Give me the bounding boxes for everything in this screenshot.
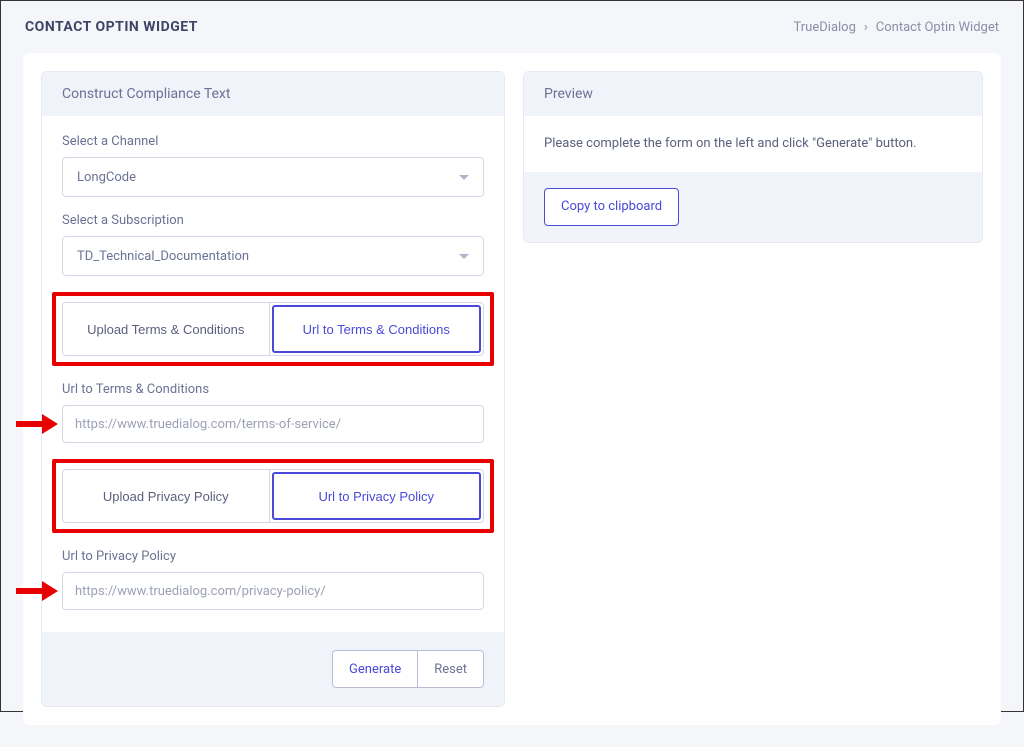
channel-select[interactable]: LongCode — [62, 157, 484, 197]
url-privacy-button[interactable]: Url to Privacy Policy — [272, 472, 482, 520]
privacy-url-label: Url to Privacy Policy — [62, 549, 484, 564]
subscription-value: TD_Technical_Documentation — [77, 249, 249, 264]
chevron-down-icon — [459, 175, 469, 180]
privacy-url-input[interactable] — [62, 572, 484, 610]
preview-card: Preview Please complete the form on the … — [523, 71, 983, 243]
compliance-form-card: Construct Compliance Text Select a Chann… — [41, 71, 505, 707]
chevron-down-icon — [459, 254, 469, 259]
upload-privacy-button[interactable]: Upload Privacy Policy — [63, 470, 270, 522]
breadcrumb-current: Contact Optin Widget — [876, 20, 999, 35]
channel-label: Select a Channel — [62, 134, 484, 149]
terms-url-label: Url to Terms & Conditions — [62, 382, 484, 397]
arrow-right-icon — [16, 414, 58, 434]
terms-url-input[interactable] — [62, 405, 484, 443]
chevron-right-icon: › — [864, 20, 868, 35]
channel-value: LongCode — [77, 170, 136, 185]
arrow-right-icon — [16, 581, 58, 601]
preview-card-title: Preview — [524, 72, 982, 116]
url-terms-button[interactable]: Url to Terms & Conditions — [272, 305, 482, 353]
highlight-box: Upload Terms & Conditions Url to Terms &… — [52, 292, 494, 366]
upload-terms-button[interactable]: Upload Terms & Conditions — [63, 303, 270, 355]
subscription-select[interactable]: TD_Technical_Documentation — [62, 236, 484, 276]
highlight-box: Upload Privacy Policy Url to Privacy Pol… — [52, 459, 494, 533]
copy-to-clipboard-button[interactable]: Copy to clipboard — [544, 188, 679, 226]
page-title: CONTACT OPTIN WIDGET — [25, 19, 198, 35]
breadcrumb-root[interactable]: TrueDialog — [794, 20, 856, 35]
subscription-label: Select a Subscription — [62, 213, 484, 228]
reset-button[interactable]: Reset — [417, 650, 484, 688]
preview-placeholder-text: Please complete the form on the left and… — [544, 134, 962, 154]
compliance-card-title: Construct Compliance Text — [42, 72, 504, 116]
generate-button[interactable]: Generate — [332, 650, 417, 688]
breadcrumb: TrueDialog › Contact Optin Widget — [794, 20, 1000, 35]
